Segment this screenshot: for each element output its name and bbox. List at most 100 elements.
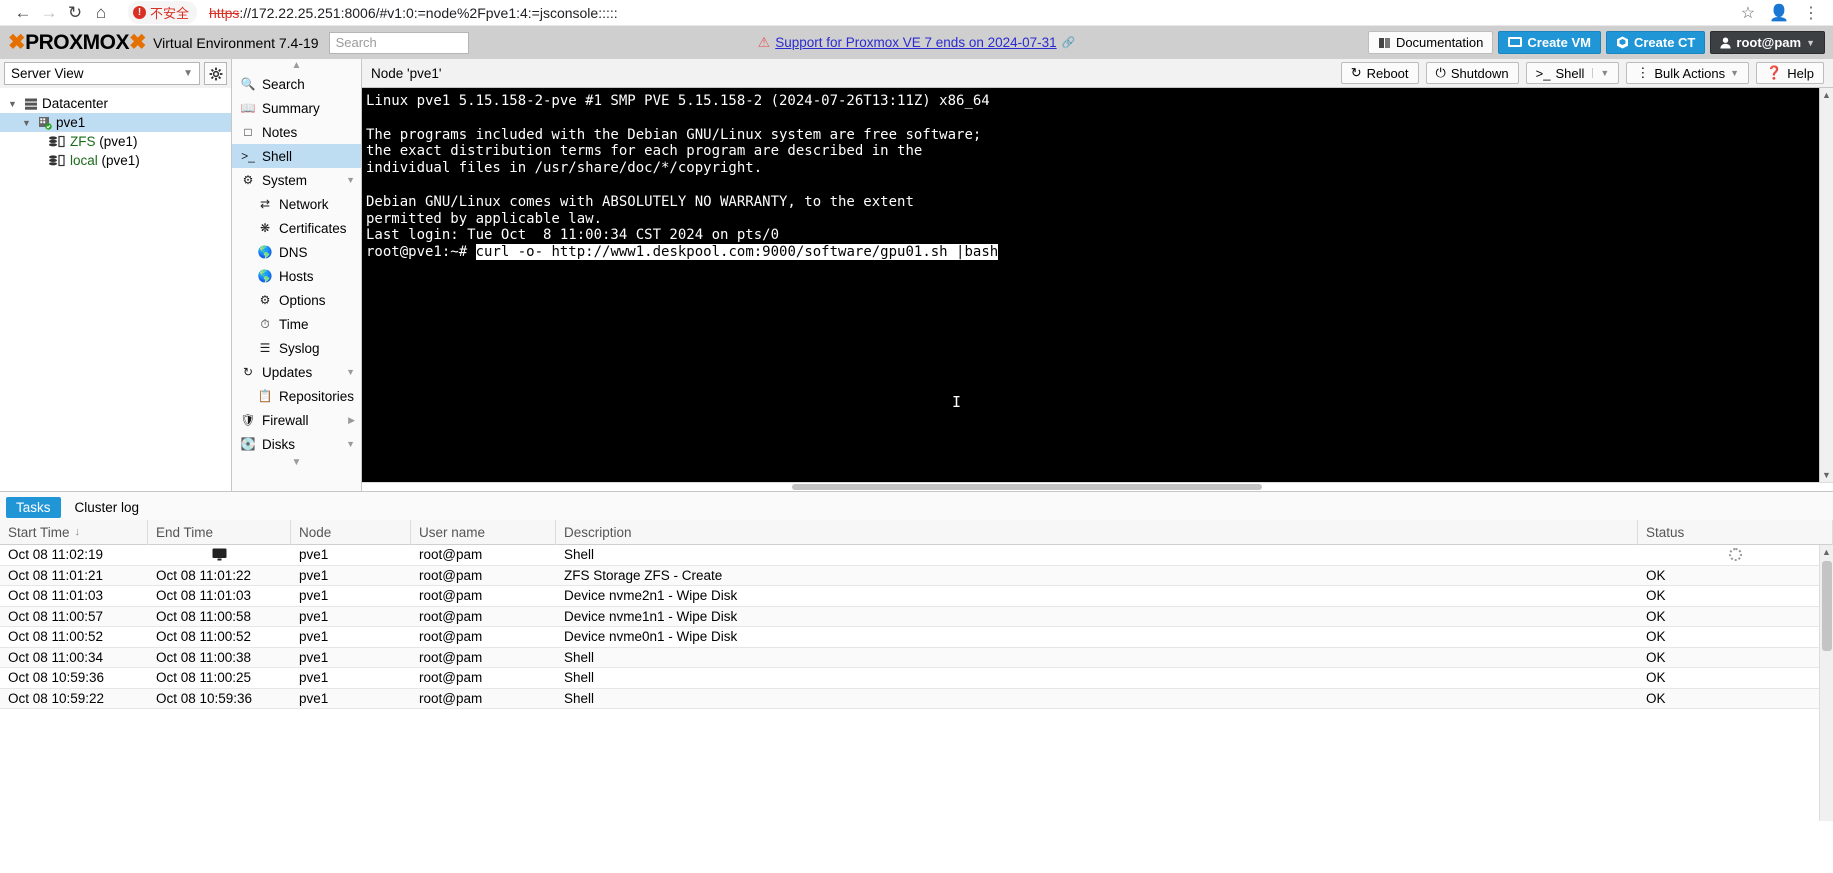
documentation-button[interactable]: Documentation [1367,31,1494,54]
column-header-end-time[interactable]: End Time [148,520,291,545]
shell-terminal-container[interactable]: Linux pve1 5.15.158-2-pve #1 SMP PVE 5.1… [362,88,1833,482]
cell-start-time: Oct 08 11:01:21 [8,567,104,583]
proxmox-logo[interactable]: ✖ PROXMOX ✖ [5,30,147,55]
node-icon [39,116,52,130]
forward-arrow-icon[interactable]: → [36,1,62,25]
resource-tree: ▼ Datacenter ▼ pve1 ZFS (pve1) local (pv… [0,88,231,170]
loading-spinner-icon [1729,548,1742,562]
menu-item-search[interactable]: 🔍 Search [232,72,361,96]
gear-icon[interactable] [204,62,227,85]
table-row[interactable]: Oct 08 11:01:03 Oct 08 11:01:03 pve1 roo… [0,586,1833,607]
container-icon [1616,36,1628,49]
datacenter-icon [25,98,37,110]
menu-item-hosts[interactable]: 🌎 Hosts [232,264,361,288]
tree-item-pve1[interactable]: ▼ pve1 [0,113,231,132]
terminal-scrollbar[interactable]: ▲ ▼ [1819,88,1833,482]
search-input[interactable]: Search [328,31,469,54]
menu-scroll-down-icon[interactable]: ▼ [232,456,361,469]
menu-item-options[interactable]: ⚙ Options [232,288,361,312]
scroll-down-icon[interactable]: ▼ [1822,468,1831,482]
tree-label-local: local [70,153,98,168]
tree-label-pve1: pve1 [56,115,86,130]
security-status-chip[interactable]: ! 不安全 [128,1,198,24]
server-view-select[interactable]: Server View ▼ [4,62,200,85]
menu-item-dns[interactable]: 🌎 DNS [232,240,361,264]
table-row[interactable]: Oct 08 10:59:36 Oct 08 11:00:25 pve1 roo… [0,668,1833,689]
bulk-actions-button[interactable]: ⋮ Bulk Actions ▼ [1626,62,1750,84]
column-header-node[interactable]: Node [291,520,411,545]
cell-user-name: root@pam [419,649,483,665]
table-row[interactable]: Oct 08 11:02:19 pve1 root@pam Shell [0,545,1833,566]
horizontal-scrollbar[interactable] [362,482,1833,491]
cell-node: pve1 [299,608,329,624]
url-scheme: https [209,4,240,21]
tasks-scrollbar[interactable]: ▲ [1819,545,1833,821]
cell-start-time: Oct 08 11:00:34 [8,649,104,665]
menu-item-system[interactable]: ⚙ System ▼ [232,168,361,192]
chevron-down-icon[interactable]: ▼ [1592,68,1609,78]
home-icon[interactable]: ⌂ [88,1,114,25]
reboot-button[interactable]: ↻ Reboot [1340,62,1419,84]
scroll-up-icon[interactable]: ▲ [1822,88,1831,102]
tasks-table-body: Oct 08 11:02:19 pve1 root@pam Shell Oct … [0,545,1833,821]
menu-item-network[interactable]: ⇄ Network [232,192,361,216]
tree-item-datacenter[interactable]: ▼ Datacenter [0,94,231,113]
column-header-user-name[interactable]: User name [411,520,556,545]
back-arrow-icon[interactable]: ← [10,1,36,25]
help-button[interactable]: ❓ Help [1756,62,1824,84]
user-menu-button[interactable]: root@pam ▼ [1710,31,1825,54]
menu-item-summary[interactable]: 📖 Summary [232,96,361,120]
chevron-down-icon[interactable]: ▼ [8,99,20,109]
chevron-down-icon: ▼ [346,175,355,185]
cell-end-time: Oct 08 11:00:38 [156,649,252,665]
column-header-status[interactable]: Status [1638,520,1833,545]
shutdown-button[interactable]: ⏻ Shutdown [1425,62,1519,84]
terminal-output[interactable]: Linux pve1 5.15.158-2-pve #1 SMP PVE 5.1… [362,88,1819,482]
menu-scroll-up-icon[interactable]: ▲ [232,59,361,72]
terminal-command-input[interactable]: curl -o- http://www1.deskpool.com:9000/s… [475,244,999,261]
support-banner-link[interactable]: Support for Proxmox VE 7 ends on 2024-07… [775,35,1056,50]
column-header-description[interactable]: Description [556,520,1638,545]
shell-button[interactable]: >_ Shell ▼ [1525,62,1620,84]
menu-item-syslog[interactable]: ☰ Syslog [232,336,361,360]
tab-cluster-log[interactable]: Cluster log [65,497,150,518]
menu-item-shell[interactable]: >_ Shell [232,144,361,168]
menu-item-firewall[interactable]: 🛡 Firewall ▶ [232,408,361,432]
cell-node: pve1 [299,649,329,665]
chevron-down-icon[interactable]: ▼ [22,118,34,128]
scroll-up-icon[interactable]: ▲ [1822,545,1831,559]
terminal-line-8: Last login: Tue Oct 8 11:00:34 CST 2024 … [366,227,780,244]
bookmark-star-icon[interactable]: ☆ [1741,3,1755,23]
scrollbar-thumb[interactable] [1821,561,1832,651]
tab-tasks[interactable]: Tasks [6,497,61,518]
menu-item-repositories[interactable]: 📋 Repositories [232,384,361,408]
table-row[interactable]: Oct 08 11:01:21 Oct 08 11:01:22 pve1 roo… [0,565,1833,586]
menu-item-time[interactable]: ⏱ Time [232,312,361,336]
profile-icon[interactable]: 👤 [1769,3,1789,23]
chevron-down-icon: ▼ [1730,68,1740,78]
terminal-line-7: permitted by applicable law. [366,210,603,227]
browser-menu-icon[interactable]: ⋮ [1803,3,1819,23]
scrollbar-thumb[interactable] [792,484,1262,490]
table-row[interactable]: Oct 08 10:59:22 Oct 08 10:59:36 pve1 roo… [0,688,1833,709]
reload-icon[interactable]: ↻ [62,1,88,25]
cell-status: OK [1646,608,1666,624]
pve-top-header: ✖ PROXMOX ✖ Virtual Environment 7.4-19 Sea… [0,26,1833,59]
table-row[interactable]: Oct 08 11:00:52 Oct 08 11:00:52 pve1 roo… [0,627,1833,648]
menu-item-disks[interactable]: 💽 Disks ▼ [232,432,361,456]
table-row[interactable]: Oct 08 11:00:57 Oct 08 11:00:58 pve1 roo… [0,606,1833,627]
tree-item-zfs[interactable]: ZFS (pve1) [0,132,231,151]
create-ct-label: Create CT [1633,35,1696,50]
menu-item-updates[interactable]: ↻ Updates ▼ [232,360,361,384]
table-row[interactable]: Oct 08 11:00:34 Oct 08 11:00:38 pve1 roo… [0,647,1833,668]
url-bar[interactable]: https://172.22.25.251:8006/#v1:0:=node%2… [209,5,618,21]
tree-item-local[interactable]: local (pve1) [0,151,231,170]
search-icon: 🔍 [240,77,256,91]
create-vm-button[interactable]: Create VM [1498,31,1601,54]
create-ct-button[interactable]: Create CT [1605,31,1706,54]
cell-status [1638,548,1833,562]
menu-item-notes[interactable]: □ Notes [232,120,361,144]
menu-item-certificates[interactable]: ❋ Certificates [232,216,361,240]
column-header-start-time[interactable]: Start Time ↓ [0,520,148,545]
cell-end-time: Oct 08 11:00:58 [156,608,252,624]
